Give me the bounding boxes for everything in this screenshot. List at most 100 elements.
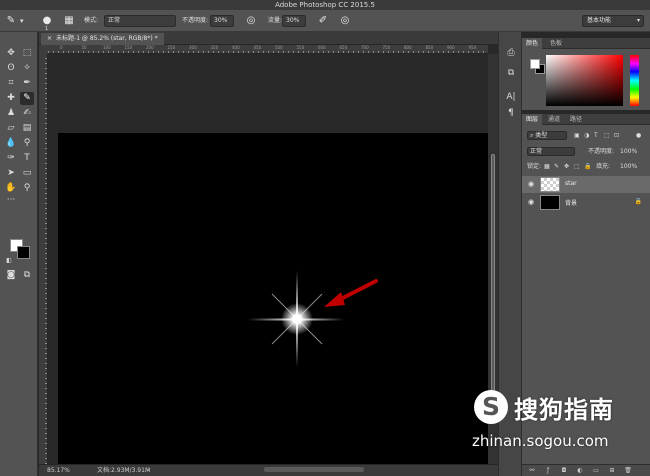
magic-wand-tool-icon[interactable]: ✧ (20, 62, 34, 75)
flow-input[interactable]: 30% (282, 15, 306, 27)
eye-icon[interactable]: ◉ (528, 180, 534, 188)
layer-row-star[interactable]: ◉ star (522, 176, 650, 193)
filter-image-icon[interactable]: ▣ (574, 131, 580, 140)
layer-thumbnail (540, 195, 560, 210)
lasso-tool-icon[interactable]: ʘ (4, 62, 18, 75)
mode-select[interactable]: 正常 (104, 15, 176, 27)
ruler-tick-label: 800 (404, 45, 412, 50)
document-tab-label: 未标题-1 @ 85.2% (star, RGB/8*) * (56, 35, 158, 42)
panel-foreground-color[interactable] (530, 59, 540, 69)
watermark-brand: 搜狗指南 (514, 396, 614, 424)
gradient-tool-icon[interactable]: ▤ (20, 122, 34, 135)
pressure-opacity-icon[interactable]: ◎ (244, 14, 258, 28)
ruler-tick-label: 850 (425, 45, 434, 50)
lock-image-icon[interactable]: ✎ (554, 162, 559, 171)
marquee-tool-icon[interactable]: ⬚ (20, 47, 34, 60)
character-panel-icon[interactable]: A| (504, 90, 518, 104)
tab-swatches[interactable]: 色板 (546, 38, 566, 49)
layer-name: 背景 (565, 200, 578, 207)
color-picker-field[interactable] (546, 55, 623, 106)
lock-transparent-icon[interactable]: ▦ (544, 162, 550, 171)
ruler-tick-label: 300 (189, 45, 197, 50)
airbrush-icon[interactable]: ✐ (316, 14, 330, 28)
crop-tool-icon[interactable]: ⌗ (4, 77, 18, 90)
horizontal-ruler[interactable]: 0 50 100 150 200 250 300 350 400 450 500 550 600 650 7… (48, 45, 488, 54)
options-bar: ✎ ▾ ● 1 ▦ 模式: 正常 不透明度: 30% ◎ 流量: 30% ✐ ◎… (0, 10, 650, 32)
close-icon[interactable]: × (47, 35, 52, 42)
dropdown-arrow-icon[interactable]: ▾ (20, 16, 24, 26)
fill-value[interactable]: 100% (620, 162, 637, 171)
filter-shape-icon[interactable]: ⬚ (604, 131, 610, 140)
eraser-tool-icon[interactable]: ▱ (4, 122, 18, 135)
ruler-tick-label: 550 (296, 45, 305, 50)
lock-position-icon[interactable]: ✥ (564, 162, 569, 171)
zoom-level[interactable]: 85.17% (47, 465, 70, 476)
layer-opacity-value[interactable]: 100% (620, 147, 637, 156)
path-selection-tool-icon[interactable]: ➤ (4, 167, 18, 180)
rectangle-tool-icon[interactable]: ▭ (20, 167, 34, 180)
filter-smart-object-icon[interactable]: ⊡ (614, 131, 619, 140)
healing-brush-tool-icon[interactable]: ✚ (4, 92, 18, 105)
hue-spectrum-slider[interactable] (630, 55, 639, 106)
brush-tool-icon[interactable]: ✎ (20, 92, 34, 105)
brush-panel-toggle-icon[interactable]: ▦ (62, 14, 76, 28)
filter-type-icon[interactable]: T (594, 131, 598, 140)
window-title: Adobe Photoshop CC 2015.5 (275, 1, 375, 9)
red-arrow-annotation (324, 279, 378, 307)
ruler-tick-label: 150 (124, 45, 133, 50)
blur-tool-icon[interactable]: 💧 (4, 137, 18, 150)
default-colors-icon[interactable]: ◧ (2, 254, 16, 267)
dodge-tool-icon[interactable]: ⚲ (20, 137, 34, 150)
tab-paths[interactable]: 路径 (566, 114, 586, 125)
lock-artboard-icon[interactable]: ⬚ (574, 162, 580, 171)
document-tab[interactable]: × 未标题-1 @ 85.2% (star, RGB/8*) * (41, 33, 164, 45)
zoom-tool-icon[interactable]: ⚲ (20, 182, 34, 195)
tab-channels[interactable]: 通道 (544, 114, 564, 125)
mode-select-value: 正常 (108, 17, 121, 24)
properties-panel-icon[interactable]: ⧉ (504, 66, 518, 80)
ruler-tick-label: 450 (253, 45, 262, 50)
ruler-origin[interactable] (39, 45, 48, 54)
ruler-tick-label: 400 (232, 45, 240, 50)
tab-color[interactable]: 颜色 (522, 38, 543, 49)
quick-mask-icon[interactable]: ◙ (4, 269, 18, 282)
ruler-tick-label: 350 (210, 45, 219, 50)
eye-icon[interactable]: ◉ (528, 198, 534, 206)
pressure-size-icon[interactable]: ◎ (338, 14, 352, 28)
layer-row-background[interactable]: ◉ 背景 🔒 (522, 194, 650, 211)
background-color-swatch[interactable] (17, 246, 30, 259)
workspace-select[interactable]: 基本功能 ▾ (582, 15, 644, 27)
status-menu-arrow-icon[interactable]: › (147, 465, 149, 476)
document-size[interactable]: 文档:2.93M/3.91M (97, 465, 150, 476)
ruler-tick-label: 600 (318, 45, 326, 50)
eyedropper-tool-icon[interactable]: ✒ (20, 77, 34, 90)
filter-adjustment-icon[interactable]: ◑ (584, 131, 589, 140)
horizontal-scrollbar[interactable] (264, 467, 364, 472)
ruler-tick-label: 200 (146, 45, 154, 50)
search-icon: ⌕ (530, 132, 534, 139)
star-sparkle (248, 271, 344, 367)
layer-filter-kind-select[interactable]: ⌕ 类型 (527, 131, 567, 140)
move-tool-icon[interactable]: ✥ (4, 47, 18, 60)
document-canvas[interactable] (58, 133, 488, 464)
more-tools-icon[interactable]: ··· (4, 194, 18, 207)
blend-mode-select[interactable]: 正常 (527, 147, 575, 156)
clone-stamp-tool-icon[interactable]: ♟ (4, 107, 18, 120)
layer-thumbnail (540, 177, 560, 192)
flow-input-value: 30% (286, 17, 300, 24)
scroll-thumb[interactable] (491, 154, 495, 414)
history-brush-tool-icon[interactable]: ✍ (20, 107, 34, 120)
screen-mode-icon[interactable]: ⧉ (20, 269, 34, 282)
vertical-ruler[interactable] (39, 54, 48, 464)
tab-layers[interactable]: 图层 (522, 114, 543, 125)
opacity-input[interactable]: 30% (210, 15, 234, 27)
lock-all-icon[interactable]: 🔒 (584, 162, 591, 171)
type-tool-icon[interactable]: T (20, 152, 34, 165)
flow-label: 流量: (268, 17, 283, 24)
brush-tool-icon[interactable]: ✎ (4, 14, 18, 28)
paragraph-panel-icon[interactable]: ¶ (504, 106, 518, 120)
pen-tool-icon[interactable]: ✑ (4, 152, 18, 165)
filter-toggle-icon[interactable]: ● (636, 131, 641, 140)
window-title-bar: Adobe Photoshop CC 2015.5 (0, 0, 650, 10)
history-panel-icon[interactable]: ⎙ (504, 46, 518, 60)
